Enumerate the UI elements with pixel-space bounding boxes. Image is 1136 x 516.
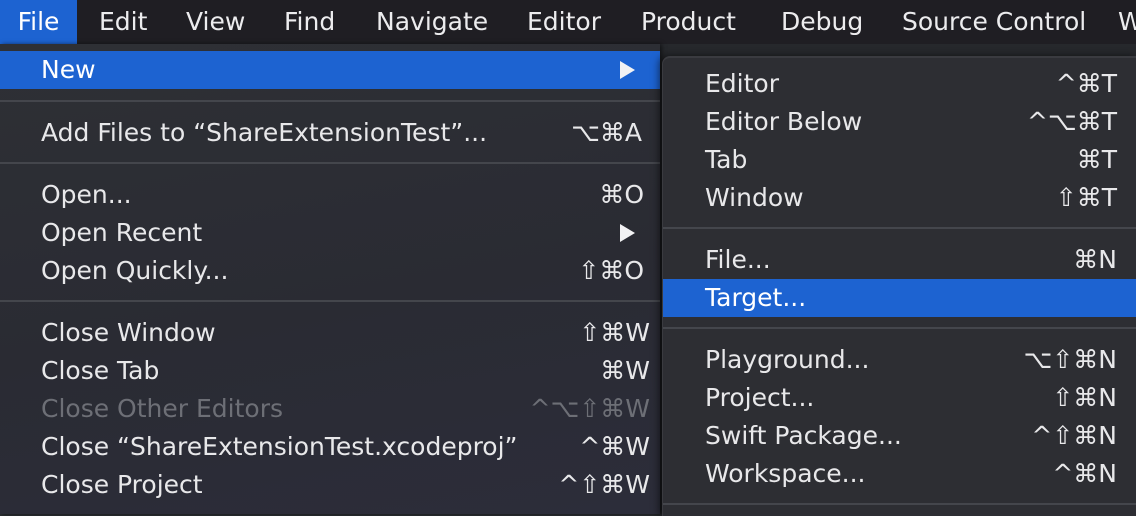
- menu-item-label: Playground...: [705, 345, 870, 374]
- menu-item-shortcut: ^⌘W: [579, 432, 650, 461]
- menu-item-shortcut: ⇧⌘O: [578, 256, 644, 285]
- submenu-item-editor[interactable]: Editor ^⌘T: [663, 65, 1136, 103]
- file-menu: New Add Files to “ShareExtensionTest”...…: [0, 44, 660, 514]
- menu-item-label: Project...: [705, 383, 815, 412]
- menu-item-label: Close Window: [41, 318, 216, 347]
- menu-separator: [0, 100, 660, 102]
- submenu-item-file[interactable]: File... ⌘N: [663, 241, 1136, 279]
- menu-find[interactable]: Find: [284, 0, 335, 44]
- menu-item-label: Editor: [705, 69, 779, 98]
- submenu-item-tab[interactable]: Tab ⌘T: [663, 141, 1136, 179]
- menu-item-open[interactable]: Open... ⌘O: [0, 176, 660, 214]
- menu-separator: [0, 162, 660, 164]
- menu-separator: [663, 227, 1136, 229]
- menu-bar: File Edit View Find Navigate Editor Prod…: [0, 0, 1136, 44]
- menu-debug[interactable]: Debug: [781, 0, 863, 44]
- menu-item-close-xcodeproj[interactable]: Close “ShareExtensionTest.xcodeproj” ^⌘W: [0, 428, 660, 466]
- submenu-item-playground[interactable]: Playground... ⌥⇧⌘N: [663, 341, 1136, 379]
- menu-item-open-recent[interactable]: Open Recent: [0, 214, 660, 252]
- submenu-item-window[interactable]: Window ⇧⌘T: [663, 179, 1136, 217]
- menu-item-open-quickly[interactable]: Open Quickly... ⇧⌘O: [0, 252, 660, 290]
- menu-item-label: Close Tab: [41, 356, 160, 385]
- menu-item-label: Open Quickly...: [41, 256, 229, 285]
- menu-separator: [0, 300, 660, 302]
- menu-item-shortcut: ^⌥⇧⌘W: [529, 394, 650, 423]
- submenu-item-target[interactable]: Target...: [663, 279, 1136, 317]
- menu-item-close-tab[interactable]: Close Tab ⌘W: [0, 352, 660, 390]
- submenu-item-project[interactable]: Project... ⇧⌘N: [663, 379, 1136, 417]
- menu-item-shortcut: ⌘O: [599, 180, 644, 209]
- menu-item-label: File...: [705, 245, 771, 274]
- menu-item-close-other-editors: Close Other Editors ^⌥⇧⌘W: [0, 390, 660, 428]
- submenu-arrow-icon: [620, 61, 635, 79]
- menu-item-shortcut: ⌘W: [600, 356, 650, 385]
- menu-navigate[interactable]: Navigate: [376, 0, 488, 44]
- new-submenu: Editor ^⌘T Editor Below ^⌥⌘T Tab ⌘T Wind…: [662, 56, 1136, 516]
- menu-item-label: Editor Below: [705, 107, 863, 136]
- menu-item-shortcut: ^⌘T: [1055, 69, 1117, 98]
- submenu-item-workspace[interactable]: Workspace... ^⌘N: [663, 455, 1136, 493]
- menu-item-label: Open...: [41, 180, 132, 209]
- menu-separator: [663, 327, 1136, 329]
- menu-product[interactable]: Product: [641, 0, 736, 44]
- menu-item-new[interactable]: New: [0, 51, 660, 89]
- menu-item-shortcut: ^⌥⌘T: [1026, 107, 1117, 136]
- menu-file[interactable]: File: [0, 0, 77, 44]
- menu-item-label: Window: [705, 183, 804, 212]
- menu-item-label: Close Project: [41, 470, 203, 499]
- menu-item-shortcut: ⌥⇧⌘N: [1023, 345, 1117, 374]
- menu-separator: [663, 503, 1136, 505]
- menu-item-label: Open Recent: [41, 218, 203, 247]
- menu-item-shortcut: ⌘N: [1073, 245, 1117, 274]
- menu-item-shortcut: ^⇧⌘N: [1031, 421, 1117, 450]
- menu-editor[interactable]: Editor: [527, 0, 601, 44]
- menu-item-close-project[interactable]: Close Project ^⇧⌘W: [0, 466, 660, 504]
- menu-item-shortcut: ⌘T: [1076, 145, 1117, 174]
- menu-item-label: Close Other Editors: [41, 394, 283, 423]
- menu-edit[interactable]: Edit: [99, 0, 147, 44]
- submenu-item-swift-package[interactable]: Swift Package... ^⇧⌘N: [663, 417, 1136, 455]
- menu-source-control[interactable]: Source Control: [902, 0, 1086, 44]
- menu-item-label: Workspace...: [705, 459, 866, 488]
- menu-item-label: Add Files to “ShareExtensionTest”...: [41, 118, 488, 147]
- menu-view[interactable]: View: [186, 0, 245, 44]
- menu-item-label: New: [41, 55, 96, 84]
- menu-item-label: Swift Package...: [705, 421, 902, 450]
- menu-item-shortcut: ⇧⌘T: [1055, 183, 1117, 212]
- menu-item-shortcut: ⇧⌘W: [579, 318, 650, 347]
- submenu-arrow-icon: [620, 224, 635, 242]
- menu-item-label: Target...: [705, 283, 807, 312]
- menu-window[interactable]: W: [1118, 0, 1136, 44]
- menu-item-shortcut: ⌥⌘A: [571, 118, 642, 147]
- menu-item-shortcut: ⇧⌘N: [1052, 383, 1117, 412]
- menu-item-shortcut: ^⌘N: [1052, 459, 1117, 488]
- menu-item-label: Close “ShareExtensionTest.xcodeproj”: [41, 432, 518, 461]
- submenu-item-editor-below[interactable]: Editor Below ^⌥⌘T: [663, 103, 1136, 141]
- menu-item-label: Tab: [705, 145, 748, 174]
- menu-item-shortcut: ^⇧⌘W: [558, 470, 650, 499]
- menu-item-close-window[interactable]: Close Window ⇧⌘W: [0, 314, 660, 352]
- menu-item-add-files[interactable]: Add Files to “ShareExtensionTest”... ⌥⌘A: [0, 114, 660, 152]
